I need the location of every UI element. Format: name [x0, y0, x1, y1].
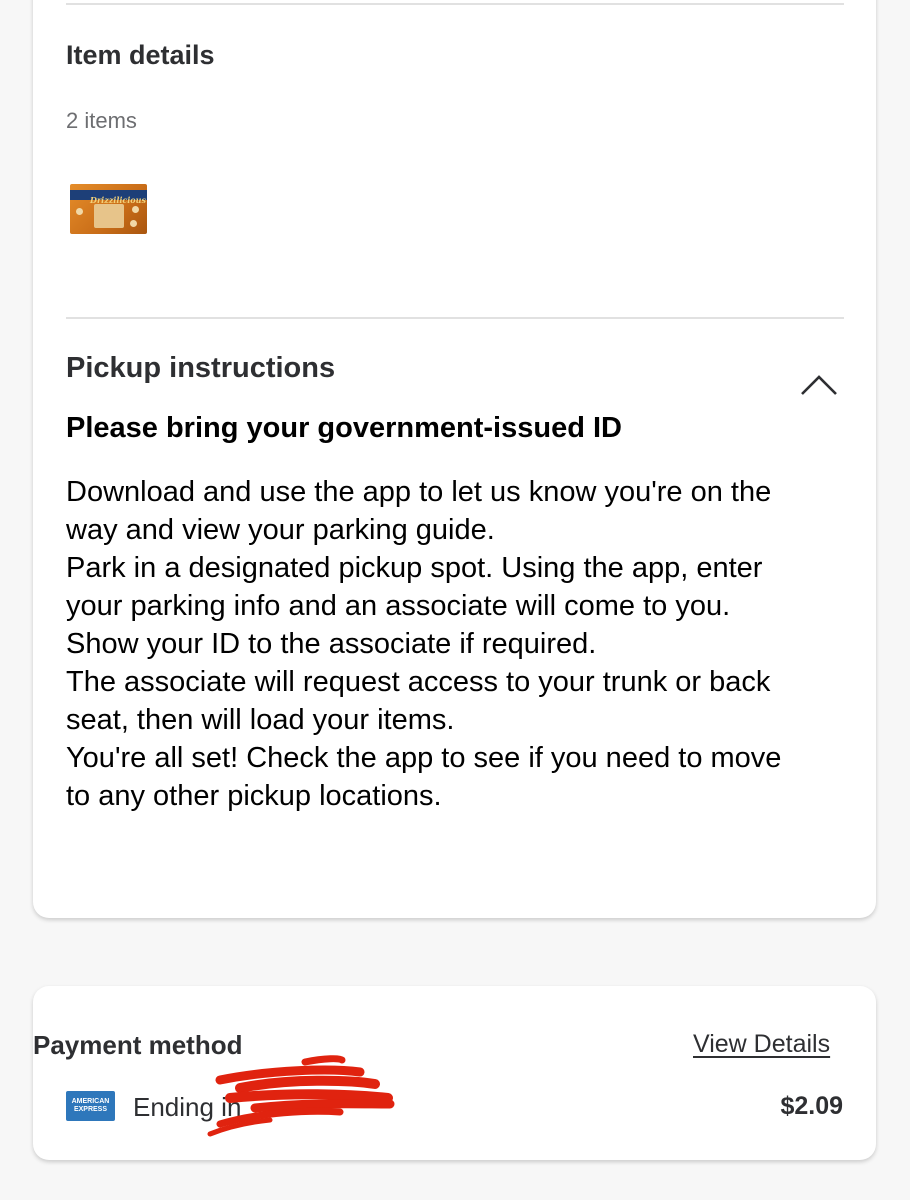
order-details-card: Item details 2 items Drizzilicious Picku… — [33, 0, 876, 918]
instruction-line: way and view your parking guide. — [66, 514, 495, 546]
id-requirement-heading: Please bring your government-issued ID — [66, 412, 622, 444]
payment-method-card — [33, 986, 876, 1160]
instruction-line: seat, then will load your items. — [66, 704, 455, 736]
item-details-title: Item details — [66, 40, 215, 70]
product-decoration — [130, 220, 137, 227]
redaction-scribble — [207, 1055, 395, 1137]
instruction-line: to any other pickup locations. — [66, 780, 442, 812]
product-window — [94, 204, 124, 228]
product-decoration — [132, 206, 139, 213]
pickup-instructions-text: Download and use the app to let us know … — [66, 473, 856, 815]
divider — [66, 317, 844, 319]
chevron-up-icon[interactable] — [799, 373, 839, 397]
instruction-line: your parking info and an associate will … — [66, 590, 731, 622]
instruction-line: The associate will request access to you… — [66, 666, 771, 698]
instruction-line: Show your ID to the associate if require… — [66, 628, 597, 660]
amex-logo-text: AMERICAN — [71, 1098, 110, 1105]
instruction-line: You're all set! Check the app to see if … — [66, 742, 782, 774]
payment-amount: $2.09 — [780, 1092, 843, 1120]
instruction-line: Park in a designated pickup spot. Using … — [66, 552, 763, 584]
divider — [66, 3, 844, 5]
pickup-instructions-title: Pickup instructions — [66, 352, 336, 384]
product-thumbnail[interactable]: Drizzilicious — [70, 184, 147, 234]
amex-logo-text: EXPRESS — [73, 1106, 108, 1113]
instruction-line: Download and use the app to let us know … — [66, 476, 772, 508]
view-details-link[interactable]: View Details — [693, 1030, 830, 1059]
amex-card-icon: AMERICAN EXPRESS — [66, 1091, 115, 1121]
items-count: 2 items — [66, 108, 137, 133]
product-brand-band: Drizzilicious — [70, 190, 147, 205]
product-decoration — [76, 208, 83, 215]
